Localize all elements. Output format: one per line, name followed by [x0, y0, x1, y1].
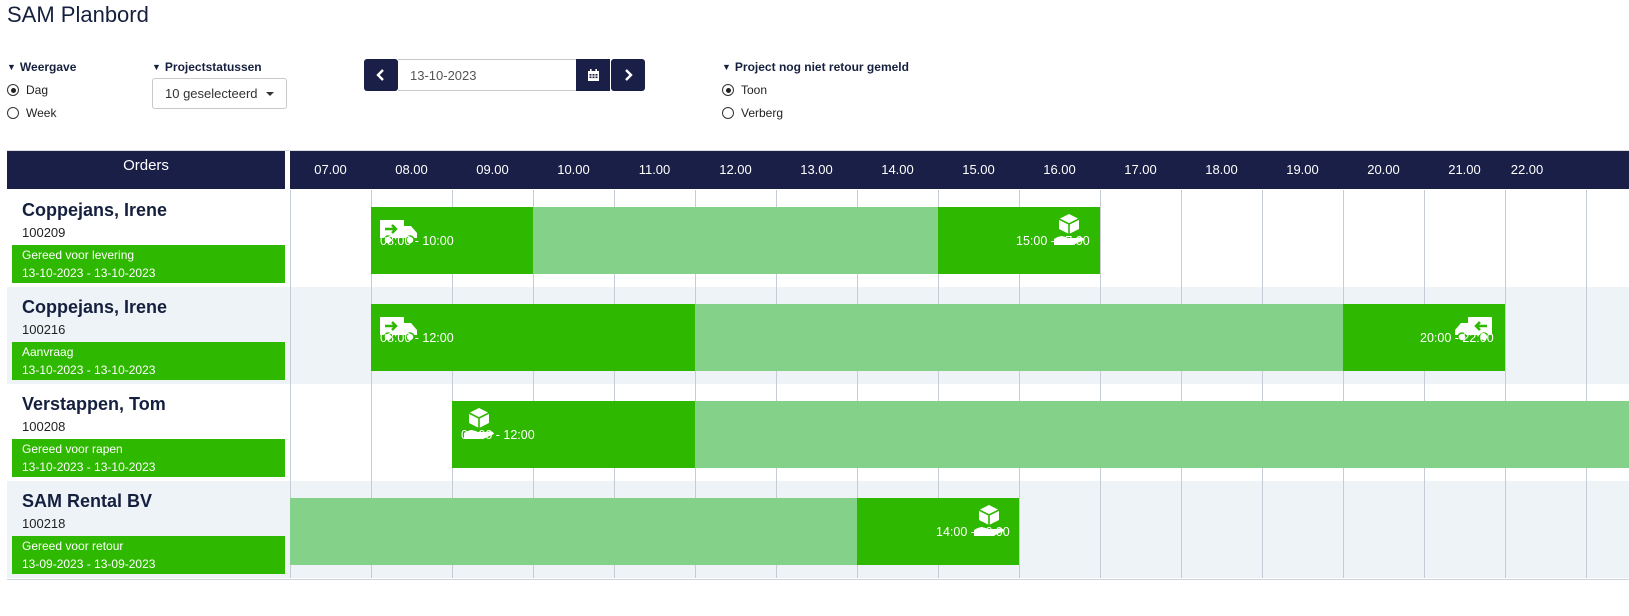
- time-range-label: 08:00 - 10:00: [380, 234, 454, 248]
- order-number: 100208: [22, 419, 66, 434]
- hour-gridline: [1181, 190, 1182, 287]
- order-row[interactable]: Verstappen, Tom 100208 Gereed voor rapen…: [7, 384, 1629, 481]
- status-badge: Gereed voor rapen 13-10-2023 - 13-10-202…: [12, 439, 285, 477]
- hour-gridline: [1343, 481, 1344, 578]
- hour-gridline: [1262, 190, 1263, 287]
- hour-gridline: [1505, 481, 1506, 578]
- weergave-header[interactable]: ▼ Weergave: [7, 60, 76, 74]
- hour-gridline: [1343, 190, 1344, 287]
- order-row[interactable]: SAM Rental BV 100218 Gereed voor retour …: [7, 481, 1629, 578]
- status-badge: Aanvraag 13-10-2023 - 13-10-2023: [12, 342, 285, 380]
- status-badge: Gereed voor levering 13-10-2023 - 13-10-…: [12, 245, 285, 283]
- weergave-filter: ▼ Weergave Dag Week: [7, 60, 76, 120]
- retour-filter: ▼ Project nog niet retour gemeld Toon Ve…: [722, 60, 909, 120]
- hour-gridline: [1586, 481, 1587, 578]
- customer-name: SAM Rental BV: [22, 491, 153, 511]
- time-range-label: 14:00 - 16:00: [936, 525, 1010, 539]
- time-header: 07.00 08.00 09.00 10.00 11.00 12.00 13.0…: [290, 151, 1629, 189]
- hour-gridline: [1019, 481, 1020, 578]
- hour-gridline: [290, 384, 291, 481]
- order-number: 100218: [22, 516, 66, 531]
- next-day-button[interactable]: [611, 59, 645, 91]
- projectstatussen-filter: ▼ Projectstatussen 10 geselecteerd: [152, 60, 287, 109]
- hour-label: 13.00: [800, 162, 833, 177]
- retour-header[interactable]: ▼ Project nog niet retour gemeld: [722, 60, 909, 74]
- time-range-label: 08:00 - 12:00: [380, 331, 454, 345]
- rental-period-block[interactable]: [695, 304, 1343, 371]
- order-number: 100209: [22, 225, 66, 240]
- hour-label: 17.00: [1124, 162, 1157, 177]
- hour-label: 22.00: [1510, 162, 1544, 177]
- hour-gridline: [290, 190, 291, 287]
- radio-unchecked-icon[interactable]: [7, 107, 19, 119]
- radio-checked-icon[interactable]: [7, 84, 19, 96]
- caret-down-icon: ▼: [7, 62, 16, 72]
- order-number: 100216: [22, 322, 66, 337]
- rental-period-block[interactable]: [695, 401, 1629, 468]
- customer-name: Coppejans, Irene: [22, 200, 168, 220]
- date-navigator: 13-10-2023: [364, 59, 645, 91]
- projectstatussen-header[interactable]: ▼ Projectstatussen: [152, 60, 287, 74]
- hour-label: 07.00: [314, 162, 347, 177]
- radio-toon[interactable]: Toon: [722, 83, 909, 97]
- time-range-label: 15:00 - 17:00: [1016, 234, 1090, 248]
- page-title: SAM Planbord: [7, 2, 149, 27]
- time-range-label: 09:00 - 12:00: [461, 428, 535, 442]
- rental-period-block[interactable]: [533, 207, 938, 274]
- hour-label: 08.00: [395, 162, 428, 177]
- calendar-button[interactable]: [576, 59, 610, 91]
- hour-label: 10.00: [557, 162, 590, 177]
- rental-period-block[interactable]: [290, 498, 857, 565]
- customer-name: Verstappen, Tom: [22, 394, 166, 414]
- radio-dag[interactable]: Dag: [7, 83, 76, 97]
- hour-gridline: [1262, 481, 1263, 578]
- hour-label: 09.00: [476, 162, 509, 177]
- hour-label: 11.00: [638, 162, 671, 177]
- hour-label: 18.00: [1205, 162, 1238, 177]
- order-row[interactable]: Coppejans, Irene 100209 Gereed voor leve…: [7, 190, 1629, 287]
- hour-gridline: [1100, 190, 1101, 287]
- hour-gridline: [1586, 190, 1587, 287]
- chevron-left-icon: [376, 69, 384, 81]
- planner-bottom-border: [7, 579, 1629, 580]
- hour-gridline: [1586, 287, 1587, 384]
- customer-name: Coppejans, Irene: [22, 297, 168, 317]
- hour-gridline: [1505, 190, 1506, 287]
- hour-label: 20.00: [1367, 162, 1400, 177]
- caret-down-icon: ▼: [152, 62, 161, 72]
- previous-day-button[interactable]: [364, 59, 398, 91]
- radio-checked-icon[interactable]: [722, 84, 734, 96]
- hour-gridline: [1505, 287, 1506, 384]
- dropdown-caret-icon: [265, 91, 274, 96]
- hour-label: 12.00: [719, 162, 752, 177]
- radio-verberg[interactable]: Verberg: [722, 106, 909, 120]
- status-badge: Gereed voor retour 13-09-2023 - 13-09-20…: [12, 536, 285, 574]
- hour-gridline: [1424, 190, 1425, 287]
- order-row[interactable]: Coppejans, Irene 100216 Aanvraag 13-10-2…: [7, 287, 1629, 384]
- hour-label: 21.00: [1448, 162, 1481, 177]
- hour-gridline: [371, 384, 372, 481]
- chevron-right-icon: [625, 69, 633, 81]
- calendar-icon: [587, 68, 599, 81]
- projectstatussen-select[interactable]: 10 geselecteerd: [152, 78, 287, 109]
- hour-gridline: [1424, 481, 1425, 578]
- hour-label: 15.00: [962, 162, 995, 177]
- date-input[interactable]: 13-10-2023: [398, 59, 576, 91]
- hour-label: 16.00: [1043, 162, 1076, 177]
- radio-unchecked-icon[interactable]: [722, 107, 734, 119]
- caret-down-icon: ▼: [722, 62, 731, 72]
- hour-gridline: [290, 287, 291, 384]
- radio-week[interactable]: Week: [7, 106, 76, 120]
- hour-gridline: [1181, 481, 1182, 578]
- orders-header: Orders: [7, 151, 285, 189]
- time-range-label: 20:00 - 22:00: [1420, 331, 1494, 345]
- hour-label: 14.00: [881, 162, 914, 177]
- planboard: Orders 07.00 08.00 09.00 10.00 11.00 12.…: [7, 150, 1629, 581]
- hour-gridline: [1100, 481, 1101, 578]
- hour-label: 19.00: [1286, 162, 1319, 177]
